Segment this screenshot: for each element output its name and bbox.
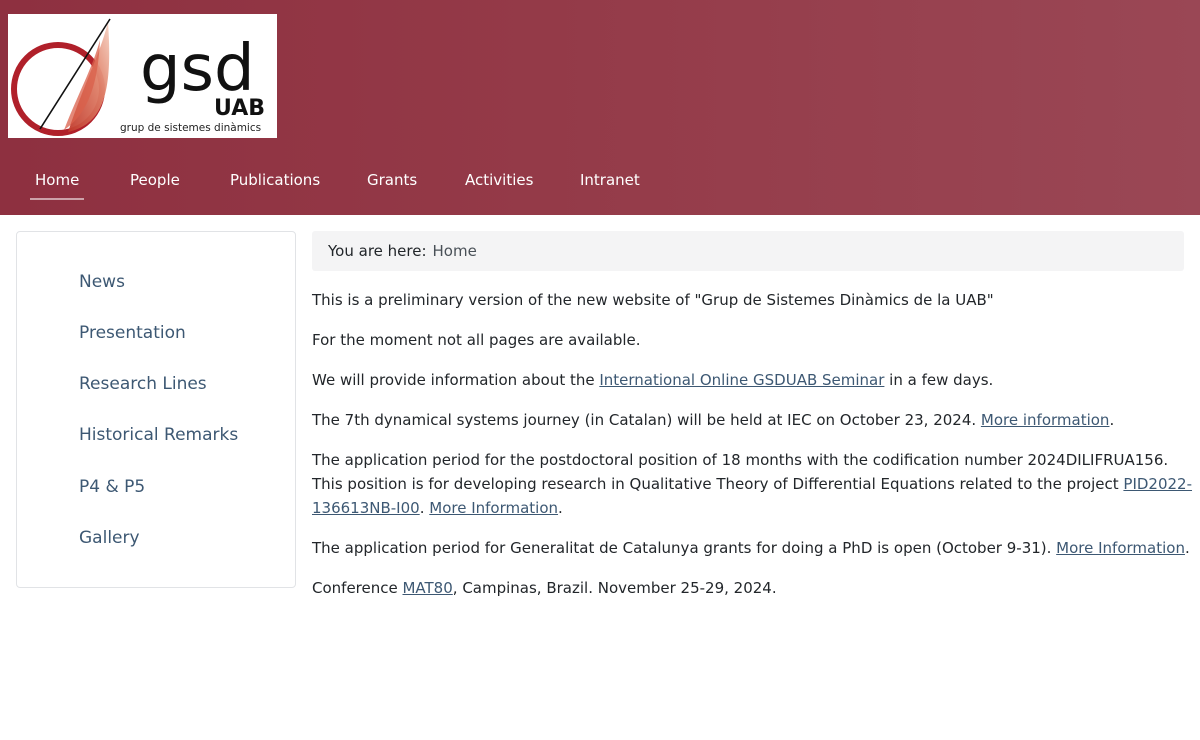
news-paragraph-availability: For the moment not all pages are availab… bbox=[312, 331, 641, 349]
nav-activities[interactable]: Activities bbox=[465, 160, 533, 200]
sidebar-item-research-lines[interactable]: Research Lines bbox=[79, 374, 207, 394]
news-paragraph-conference: Conference MAT80, Campinas, Brazil. Nove… bbox=[312, 579, 777, 597]
sidebar-item-news[interactable]: News bbox=[79, 272, 125, 292]
sidebar-item-p4-p5[interactable]: P4 & P5 bbox=[79, 477, 145, 497]
logo-sub-text: UAB bbox=[214, 96, 265, 121]
nav-intranet[interactable]: Intranet bbox=[580, 160, 640, 200]
news-paragraph-phd-grants: The application period for Generalitat d… bbox=[312, 539, 1190, 557]
mat80-link[interactable]: MAT80 bbox=[402, 579, 452, 597]
logo-main-text: gsd bbox=[140, 32, 255, 106]
news-paragraph-journey: The 7th dynamical systems journey (in Ca… bbox=[312, 411, 1115, 429]
sidebar-item-presentation[interactable]: Presentation bbox=[79, 323, 186, 343]
seminar-link[interactable]: International Online GSDUAB Seminar bbox=[599, 371, 884, 389]
breadcrumb-label: You are here: bbox=[328, 242, 427, 260]
news-paragraph-postdoc: The application period for the postdocto… bbox=[312, 451, 1193, 517]
journey-more-info-link[interactable]: More information bbox=[981, 411, 1110, 429]
logo-tagline: grup de sistemes dinàmics bbox=[120, 122, 261, 134]
site-logo[interactable]: gsd UAB grup de sistemes dinàmics bbox=[8, 14, 277, 138]
phd-more-info-link[interactable]: More Information bbox=[1056, 539, 1185, 557]
news-paragraph-intro: This is a preliminary version of the new… bbox=[312, 291, 994, 309]
nav-publications[interactable]: Publications bbox=[230, 160, 320, 200]
sidebar-item-historical-remarks[interactable]: Historical Remarks bbox=[79, 425, 238, 445]
nav-grants[interactable]: Grants bbox=[367, 160, 417, 200]
nav-people[interactable]: People bbox=[130, 160, 180, 200]
sidebar-menu: News Presentation Research Lines Histori… bbox=[16, 231, 296, 588]
breadcrumb: You are here: Home bbox=[312, 231, 1184, 271]
breadcrumb-current: Home bbox=[432, 242, 477, 260]
news-paragraph-seminar: We will provide information about the In… bbox=[312, 371, 994, 389]
sidebar-item-gallery[interactable]: Gallery bbox=[79, 528, 140, 548]
nav-home[interactable]: Home bbox=[29, 160, 85, 200]
gsd-logo-icon: gsd UAB grup de sistemes dinàmics bbox=[11, 18, 265, 136]
site-header: gsd UAB grup de sistemes dinàmics Home P… bbox=[0, 0, 1200, 215]
postdoc-more-info-link[interactable]: More Information bbox=[429, 499, 558, 517]
